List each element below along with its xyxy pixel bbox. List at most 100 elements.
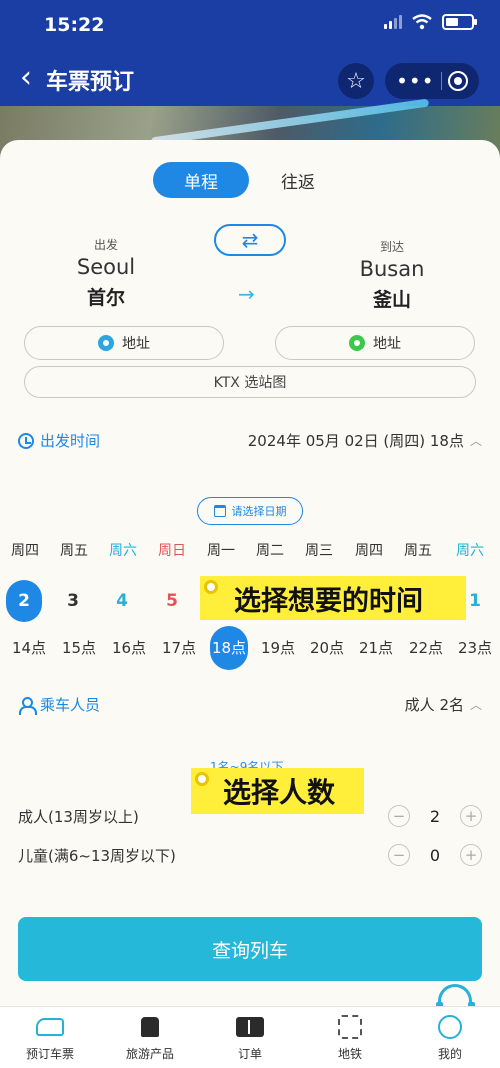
adult-minus-button[interactable]: −	[388, 805, 410, 827]
chevron-left-icon[interactable]: ‹	[20, 62, 32, 94]
tab-label: 我的	[437, 1047, 462, 1061]
child-count: 0	[429, 845, 441, 865]
passengers-label: 乘车人员	[40, 696, 101, 714]
battery-icon	[442, 14, 477, 30]
weekday-label: 周二	[256, 543, 284, 559]
time-callout: 选择想要的时间	[200, 576, 466, 620]
top-bar: 15:22 ‹ 车票预订 ☆ •••	[0, 0, 500, 108]
date-cell[interactable]: 4	[97, 580, 147, 622]
tab-book-ticket[interactable]: 预订车票	[0, 1013, 100, 1062]
callout-dot-icon	[204, 580, 218, 594]
adult-stepper: − 2 +	[388, 805, 482, 827]
departure-label: 出发	[93, 238, 118, 252]
departure-name-en: Seoul	[76, 255, 136, 279]
tab-label: 预订车票	[25, 1047, 74, 1061]
pick-date-label: 请选择日期	[231, 505, 287, 518]
departure-time-value: 2024年 05月 02日 (周四) 18点	[247, 432, 464, 450]
tab-orders[interactable]: 订单	[200, 1013, 300, 1062]
bus-icon	[141, 1017, 159, 1037]
chevron-up-icon: ︿	[469, 698, 482, 712]
tab-tour-products[interactable]: 旅游产品	[100, 1013, 200, 1062]
weekday-label: 周日	[158, 543, 186, 559]
date-cell[interactable]: 5	[147, 580, 197, 622]
child-row: 儿童(满6~13周岁以下) − 0 +	[18, 842, 482, 868]
arrival-label: 到达	[379, 240, 404, 254]
tab-round-trip[interactable]: 往返	[263, 162, 333, 198]
ktx-station-map-button[interactable]: KTX 选站图	[24, 366, 476, 398]
more-dots-icon[interactable]: •••	[396, 69, 434, 93]
tab-label: 旅游产品	[125, 1047, 174, 1061]
arrival-name-cn: 釜山	[372, 289, 411, 311]
passengers-summary: 成人 2名	[404, 696, 464, 714]
swap-icon: ⇄	[241, 228, 259, 252]
adult-plus-button[interactable]: +	[460, 805, 482, 827]
ticket-icon	[236, 1017, 264, 1037]
swap-stations-button[interactable]: ⇄	[214, 224, 286, 256]
map-pin-icon	[98, 335, 114, 351]
profile-icon	[438, 1015, 462, 1039]
hour-cell[interactable]: 14点	[4, 630, 54, 666]
arrival-address-button[interactable]: 地址	[275, 326, 475, 360]
weekday-label: 周五	[404, 543, 432, 559]
date-cell[interactable]: 2	[0, 580, 49, 622]
arrival-name-en: Busan	[359, 257, 425, 281]
hour-cell[interactable]: 22点	[401, 630, 451, 666]
departure-address-label: 地址	[122, 336, 150, 352]
date-cell[interactable]: 3	[48, 580, 98, 622]
calendar-icon	[213, 505, 226, 517]
weekday-label: 周四	[11, 543, 39, 559]
weekday-label: 周三	[305, 543, 333, 559]
menu-capsule: •••	[385, 63, 479, 99]
status-time: 15:22	[44, 14, 105, 36]
pick-date-button[interactable]: 请选择日期	[197, 497, 303, 525]
adult-label: 成人(13周岁以上)	[18, 807, 139, 826]
arrow-right-icon: →	[238, 282, 255, 306]
bottom-tab-bar: 预订车票 旅游产品 订单 地铁 我的	[0, 1006, 500, 1068]
hour-cell[interactable]: 15点	[54, 630, 104, 666]
search-trains-button[interactable]: 查询列车	[18, 917, 482, 981]
tab-one-way[interactable]: 单程	[153, 162, 249, 198]
arrival-station[interactable]: 到达 Busan 釜山	[332, 238, 452, 312]
child-stepper: − 0 +	[388, 844, 482, 866]
departure-name-cn: 首尔	[86, 287, 125, 309]
child-minus-button[interactable]: −	[388, 844, 410, 866]
tab-metro[interactable]: 地铁	[300, 1013, 400, 1062]
departure-address-button[interactable]: 地址	[24, 326, 224, 360]
departure-station[interactable]: 出发 Seoul 首尔	[46, 236, 166, 310]
passengers-row[interactable]: 乘车人员 成人 2名 ︿	[18, 694, 482, 715]
weekday-label: 周六	[109, 543, 137, 559]
child-label: 儿童(满6~13周岁以下)	[18, 846, 176, 865]
metro-icon	[338, 1015, 362, 1039]
weekday-label: 周六	[456, 543, 484, 559]
departure-time-row[interactable]: 出发时间 2024年 05月 02日 (周四) 18点 ︿	[18, 430, 482, 451]
person-icon	[18, 696, 37, 715]
star-icon: ☆	[346, 68, 366, 94]
hour-cell[interactable]: 23点	[450, 630, 500, 666]
hour-cell[interactable]: 17点	[154, 630, 204, 666]
weekday-row: 周四 周五 周六 周日 周一 周二 周三 周四 周五 周六	[0, 540, 500, 560]
hour-cell[interactable]: 19点	[253, 630, 303, 666]
time-callout-text: 选择想要的时间	[234, 585, 423, 617]
tab-label: 订单	[237, 1047, 262, 1061]
hour-cell[interactable]: 20点	[302, 630, 352, 666]
wifi-icon	[412, 14, 432, 30]
hour-cell[interactable]: 21点	[351, 630, 401, 666]
tab-profile[interactable]: 我的	[400, 1013, 500, 1062]
tab-label: 地铁	[337, 1047, 362, 1061]
child-plus-button[interactable]: +	[460, 844, 482, 866]
weekday-label: 周一	[207, 543, 235, 559]
favorite-button[interactable]: ☆	[338, 63, 374, 99]
target-icon[interactable]	[447, 71, 468, 91]
signal-icon	[384, 15, 402, 29]
clock-icon	[18, 432, 34, 449]
hour-cell[interactable]: 18点	[204, 630, 254, 666]
chevron-up-icon: ︿	[469, 434, 482, 448]
status-icons	[384, 14, 477, 30]
map-pin-icon	[349, 335, 365, 351]
hour-cell[interactable]: 16点	[104, 630, 154, 666]
adult-row: 成人(13周岁以上) − 2 +	[18, 803, 482, 829]
train-icon	[36, 1018, 64, 1036]
trip-type-tabs: 单程 往返	[153, 162, 353, 198]
weekday-label: 周五	[60, 543, 88, 559]
capsule-divider	[440, 72, 442, 90]
